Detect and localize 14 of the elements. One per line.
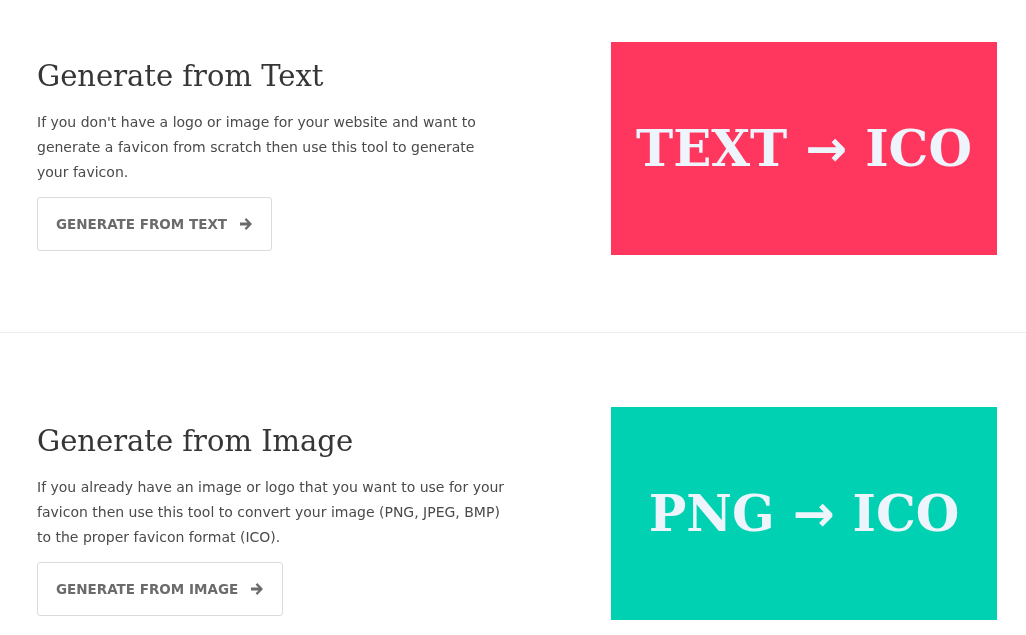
banner-target-text: ICO [852,488,960,539]
generate-button[interactable]: GENERATE FROM IMAGE [37,562,284,616]
section-description: If you already have an image or logo that you want to use for your favicon then use this tool to convert your image (PNG, JPEG, BMP) to the proper favicon format (ICO). [37,478,506,547]
arrow-right-icon [250,582,265,596]
banner-source-text: PNG [648,488,775,539]
section-heading: Generate from Text [37,58,325,95]
generate-button[interactable]: GENERATE FROM TEXT [37,197,273,251]
banner-source-text: TEXT [636,123,788,174]
banner-target-text: ICO [865,123,972,174]
arrow-right-icon [239,217,254,231]
section-description: If you don't have a logo or image for your website and want to generate a favicon from scratch then use this tool to generate your favicon. [37,113,477,182]
banner-arrow: → [805,123,848,174]
section-heading: Generate from Image [37,423,355,460]
banner-arrow: → [792,488,835,539]
